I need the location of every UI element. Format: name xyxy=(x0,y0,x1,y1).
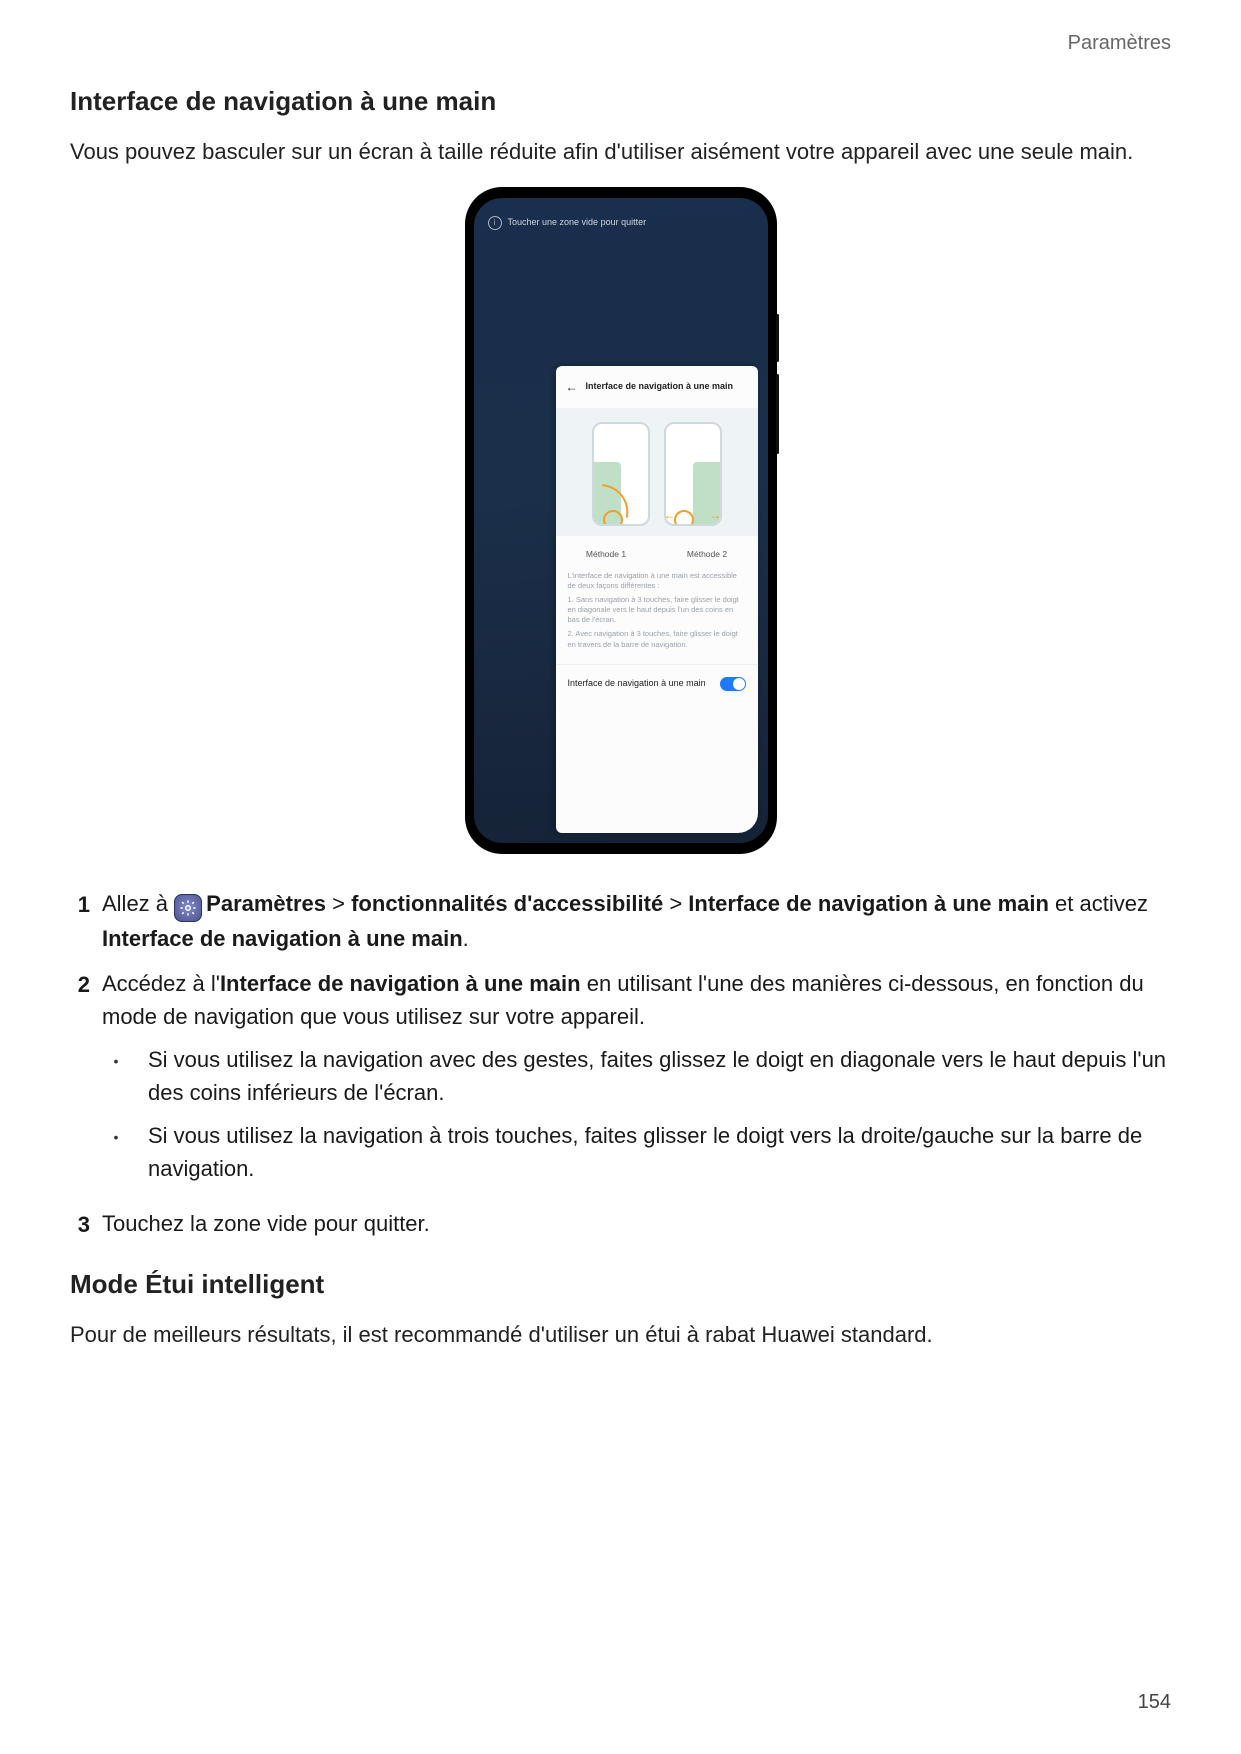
step-list: 1 Allez à Paramètres > fonctionnalités d… xyxy=(70,887,1171,1241)
explain-line-2: 2. Avec navigation à 3 touches, faire gl… xyxy=(568,629,746,649)
text: > xyxy=(663,891,688,916)
page-number: 154 xyxy=(1138,1691,1171,1714)
bullet-dot-icon: • xyxy=(102,1119,130,1148)
method-explain: L'interface de navigation à une main est… xyxy=(556,571,758,650)
settings-panel: ← Interface de navigation à une main ←→ xyxy=(556,366,758,833)
step-number: 2 xyxy=(70,967,90,1001)
step-number: 1 xyxy=(70,887,90,921)
text: et activez xyxy=(1049,891,1148,916)
section-heading-onehand: Interface de navigation à une main xyxy=(70,82,1171,121)
text-bold: Paramètres xyxy=(206,891,326,916)
header-breadcrumb: Paramètres xyxy=(70,28,1171,58)
text-bold: Interface de navigation à une main xyxy=(102,926,463,951)
settings-icon xyxy=(174,894,202,922)
text-bold: Interface de navigation à une main xyxy=(688,891,1049,916)
sub-bullets: • Si vous utilisez la navigation avec de… xyxy=(102,1043,1171,1185)
text: Accédez à l' xyxy=(102,971,220,996)
phone-screen: i Toucher une zone vide pour quitter ← I… xyxy=(474,198,768,843)
method1-graphic xyxy=(592,422,650,526)
bullet-text: Si vous utilisez la navigation à trois t… xyxy=(148,1119,1171,1185)
illustration-wrapper: i Toucher une zone vide pour quitter ← I… xyxy=(70,188,1171,853)
back-icon: ← xyxy=(566,378,578,396)
exit-tip-text: Toucher une zone vide pour quitter xyxy=(508,216,647,230)
panel-header: ← Interface de navigation à une main xyxy=(556,366,758,408)
step-3: 3 Touchez la zone vide pour quitter. xyxy=(70,1207,1171,1241)
phone-mockup: i Toucher une zone vide pour quitter ← I… xyxy=(466,188,776,853)
info-icon: i xyxy=(488,216,502,230)
method-labels: Méthode 1 Méthode 2 xyxy=(556,540,758,567)
text: . xyxy=(463,926,469,951)
explain-line-1: 1. Sans navigation à 3 touches, faire gl… xyxy=(568,595,746,625)
step-body: Touchez la zone vide pour quitter. xyxy=(102,1207,1171,1240)
text-bold: Interface de navigation à une main xyxy=(220,971,581,996)
step-1: 1 Allez à Paramètres > fonctionnalités d… xyxy=(70,887,1171,955)
method-illustration: ←→ xyxy=(556,408,758,536)
text: Allez à xyxy=(102,891,174,916)
method2-graphic: ←→ xyxy=(664,422,722,526)
bullet-text: Si vous utilisez la navigation avec des … xyxy=(148,1043,1171,1109)
explain-intro: L'interface de navigation à une main est… xyxy=(568,571,746,591)
smartcover-paragraph: Pour de meilleurs résultats, il est reco… xyxy=(70,1318,1171,1351)
method1-label: Méthode 1 xyxy=(556,548,657,561)
method2-label: Méthode 2 xyxy=(657,548,758,561)
panel-title: Interface de navigation à une main xyxy=(586,380,734,394)
bullet-2: • Si vous utilisez la navigation à trois… xyxy=(102,1119,1171,1185)
section-heading-smartcover: Mode Étui intelligent xyxy=(70,1265,1171,1304)
intro-paragraph: Vous pouvez basculer sur un écran à tail… xyxy=(70,135,1171,168)
toggle-switch xyxy=(720,677,746,691)
step-body: Allez à Paramètres > fonctionnalités d'a… xyxy=(102,887,1171,955)
bullet-1: • Si vous utilisez la navigation avec de… xyxy=(102,1043,1171,1109)
phone-side-button xyxy=(776,374,779,454)
bullet-dot-icon: • xyxy=(102,1043,130,1072)
toggle-label: Interface de navigation à une main xyxy=(568,677,706,691)
text-bold: fonctionnalités d'accessibilité xyxy=(351,891,663,916)
step-number: 3 xyxy=(70,1207,90,1241)
text: > xyxy=(326,891,351,916)
exit-tip: i Toucher une zone vide pour quitter xyxy=(474,198,768,230)
toggle-row: Interface de navigation à une main xyxy=(556,664,758,691)
phone-side-button xyxy=(776,314,779,362)
step-2: 2 Accédez à l'Interface de navigation à … xyxy=(70,967,1171,1195)
step-body: Accédez à l'Interface de navigation à un… xyxy=(102,967,1171,1195)
